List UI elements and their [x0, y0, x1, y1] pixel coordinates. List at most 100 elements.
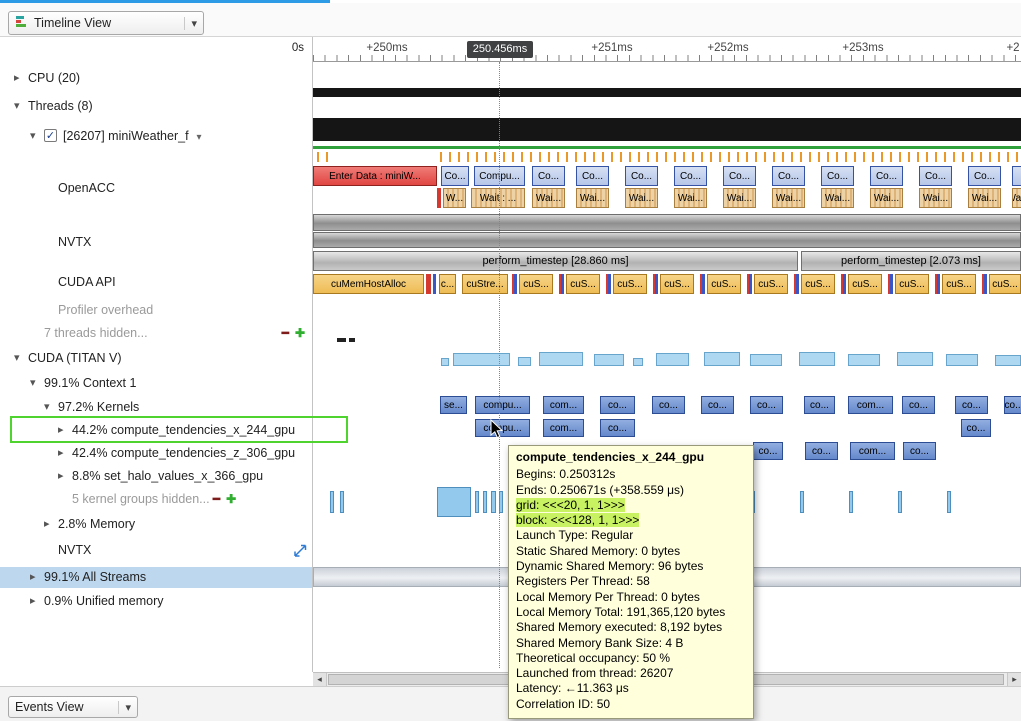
row-context-1[interactable]: ▾99.1% Context 1 [0, 373, 313, 394]
events-view-dropdown[interactable]: Events View ▾ [8, 696, 138, 718]
openacc-compute-event[interactable]: Co... [772, 166, 805, 186]
row-all-streams[interactable]: ▸99.1% All Streams [0, 567, 313, 588]
collapse-arrow-icon[interactable]: ▾ [44, 397, 56, 418]
row-thread-26207[interactable]: ▾✓[26207] miniWeather_f▾ [0, 126, 313, 147]
kernel-z306-event[interactable]: co... [753, 442, 783, 460]
nvtx-ranges-event[interactable]: perform_timestep [2.073 ms] [801, 251, 1021, 271]
cuda-api-event[interactable]: cuS... [566, 274, 600, 294]
cuda-api-event[interactable]: cuMemHostAlloc [313, 274, 424, 294]
openacc-compute-event[interactable]: Co... [532, 166, 565, 186]
openacc-wait-event[interactable]: Wai... [772, 188, 805, 208]
time-ruler[interactable]: +250ms+251ms+252ms+253ms+2 250.456ms [313, 38, 1021, 62]
kernels-all-event[interactable]: com... [543, 396, 584, 414]
cuda-api-event[interactable]: c... [439, 274, 456, 294]
chevron-down-icon[interactable]: ▾ [197, 132, 202, 143]
nvtx-ranges-event[interactable]: perform_timestep [28.860 ms] [313, 251, 798, 271]
kernels-all-event[interactable]: co... [1004, 396, 1021, 414]
cuda-api-event[interactable]: cuS... [801, 274, 835, 294]
openacc-wait-event[interactable]: Wait : ... [471, 188, 525, 208]
remove-row-button[interactable]: ━ [210, 492, 221, 506]
cuda-api-event[interactable]: cuS... [613, 274, 647, 294]
remove-row-button[interactable]: ━ [282, 326, 289, 340]
expand-row-icon[interactable] [294, 543, 307, 564]
openacc-wait-event[interactable]: Wai... [821, 188, 854, 208]
row-cuda-device[interactable]: ▾CUDA (TITAN V) [0, 348, 313, 369]
openacc-wait-event[interactable]: Wai... [723, 188, 756, 208]
expand-arrow-icon[interactable]: ▸ [58, 443, 70, 464]
openacc-compute-event[interactable]: Co... [870, 166, 903, 186]
collapse-arrow-icon[interactable]: ▾ [14, 96, 26, 117]
openacc-wait-event[interactable]: W... [443, 188, 466, 208]
row-kernel-halo[interactable]: ▸8.8% set_halo_values_x_366_gpu [0, 466, 313, 487]
kernel-z306-event[interactable]: co... [903, 442, 936, 460]
thread-checkbox[interactable]: ✓ [44, 129, 57, 142]
row-cuda-api[interactable]: CUDA API [0, 272, 313, 293]
cuda-api-event[interactable]: cuS... [989, 274, 1021, 294]
openacc-compute-event[interactable]: Enter Data : miniW... [313, 166, 437, 186]
openacc-wait-event[interactable]: Wai... [870, 188, 903, 208]
add-row-button[interactable]: ✚ [226, 492, 236, 506]
collapse-arrow-icon[interactable]: ▾ [30, 126, 42, 147]
openacc-wait-event[interactable]: Wai... [532, 188, 565, 208]
row-cpu[interactable]: ▸CPU (20) [0, 68, 313, 89]
expand-arrow-icon[interactable]: ▸ [58, 466, 70, 487]
kernels-all-event[interactable]: co... [701, 396, 734, 414]
cuda-api-event[interactable]: cuS... [519, 274, 553, 294]
kernels-all-event[interactable]: co... [750, 396, 783, 414]
scroll-right-button[interactable]: ▸ [1007, 673, 1021, 686]
cuda-api-event[interactable]: cuS... [895, 274, 929, 294]
row-kernels[interactable]: ▾97.2% Kernels [0, 397, 313, 418]
cuda-api-event[interactable]: cuStre... [462, 274, 508, 294]
kernels-all-event[interactable]: se... [440, 396, 467, 414]
kernels-all-event[interactable]: co... [804, 396, 835, 414]
kernels-all-event[interactable]: co... [902, 396, 935, 414]
row-threads-hidden[interactable]: 7 threads hidden...━✚ [0, 323, 313, 344]
cuda-api-event[interactable]: cuS... [707, 274, 741, 294]
cuda-api-event[interactable]: cuS... [942, 274, 976, 294]
collapse-arrow-icon[interactable]: ▾ [14, 348, 26, 369]
openacc-wait-event[interactable]: Wai... [919, 188, 952, 208]
row-profiler-overhead[interactable]: Profiler overhead [0, 300, 313, 321]
openacc-compute-event[interactable]: Co... [576, 166, 609, 186]
openacc-compute-event[interactable]: Co... [674, 166, 707, 186]
timeline-view-dropdown[interactable]: Timeline View ▾ [8, 11, 204, 35]
row-openacc[interactable]: OpenACC [0, 178, 313, 199]
openacc-compute-event[interactable]: Co... [625, 166, 658, 186]
openacc-compute-event[interactable]: Co... [919, 166, 952, 186]
kernels-all-event[interactable]: co... [652, 396, 685, 414]
kernels-all-event[interactable]: compu... [475, 396, 530, 414]
kernel-x244-event[interactable]: co... [961, 419, 991, 437]
openacc-wait-event[interactable]: Wai... [968, 188, 1001, 208]
kernels-all-event[interactable]: co... [955, 396, 988, 414]
row-nvtx-streams[interactable]: NVTX [0, 540, 313, 561]
cuda-api-event[interactable]: cuS... [754, 274, 788, 294]
kernel-z306-event[interactable]: co... [805, 442, 838, 460]
row-kernel-groups-hidden[interactable]: 5 kernel groups hidden... ━✚ [0, 489, 313, 510]
kernel-z306-event[interactable]: com... [850, 442, 895, 460]
openacc-wait-event[interactable]: Wai... [576, 188, 609, 208]
expand-arrow-icon[interactable]: ▸ [30, 567, 42, 588]
panel-splitter[interactable] [312, 37, 313, 672]
openacc-compute-event[interactable]: Co... [821, 166, 854, 186]
kernel-x244-event[interactable]: co... [600, 419, 635, 437]
expand-arrow-icon[interactable]: ▸ [44, 514, 56, 535]
row-threads[interactable]: ▾Threads (8) [0, 96, 313, 117]
collapse-arrow-icon[interactable]: ▾ [30, 373, 42, 394]
openacc-compute-event[interactable]: Co... [723, 166, 756, 186]
cuda-api-event[interactable]: cuS... [660, 274, 694, 294]
expand-arrow-icon[interactable]: ▸ [14, 68, 26, 89]
row-memory[interactable]: ▸2.8% Memory [0, 514, 313, 535]
row-kernel-z306[interactable]: ▸42.4% compute_tendencies_z_306_gpu [0, 443, 313, 464]
cuda-api-event[interactable]: cuS... [848, 274, 882, 294]
row-unified-memory[interactable]: ▸0.9% Unified memory [0, 591, 313, 612]
add-row-button[interactable]: ✚ [295, 326, 305, 340]
row-nvtx[interactable]: NVTX [0, 232, 313, 253]
kernels-all-event[interactable]: co... [600, 396, 635, 414]
openacc-compute-event[interactable]: Co... [968, 166, 1001, 186]
openacc-compute-event[interactable]: Co... [441, 166, 469, 186]
openacc-wait-event[interactable]: Wai... [674, 188, 707, 208]
kernel-x244-event[interactable]: com... [543, 419, 584, 437]
kernels-all-event[interactable]: com... [848, 396, 893, 414]
expand-arrow-icon[interactable]: ▸ [30, 591, 42, 612]
openacc-wait-event[interactable]: Wa... [1012, 188, 1021, 208]
